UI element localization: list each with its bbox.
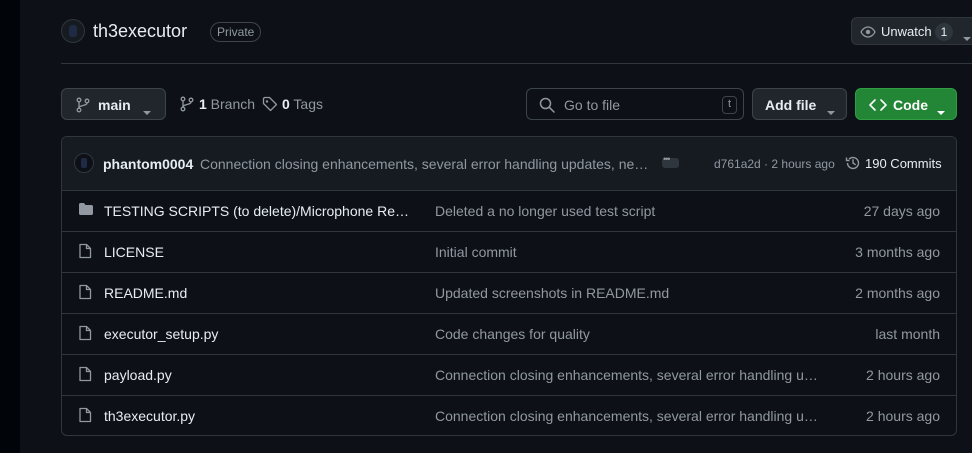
chevron-down-icon: [936, 103, 946, 119]
folder-icon: [78, 202, 94, 219]
tags-label: Tags: [289, 96, 324, 112]
history-icon: [845, 155, 861, 174]
chevron-down-icon: [826, 103, 836, 119]
code-icon: [869, 98, 887, 115]
left-strip: [0, 0, 20, 453]
branch-name: main: [98, 97, 131, 113]
file-name-link[interactable]: TESTING SCRIPTS (to delete)/Microphone R…: [104, 203, 409, 219]
repo-avatar[interactable]: [61, 19, 85, 43]
file-commit-date: 27 days ago: [863, 203, 940, 219]
commit-hash-time[interactable]: d761a2d · 2 hours ago: [714, 157, 835, 171]
file-icon: [78, 243, 92, 262]
commit-author-link[interactable]: phantom0004: [103, 156, 193, 172]
file-commit-message[interactable]: Deleted a no longer used test script: [435, 203, 820, 219]
file-table: phantom0004 Connection closing enhanceme…: [61, 136, 957, 436]
unwatch-label: Unwatch: [881, 24, 932, 39]
file-icon: [78, 284, 92, 303]
commit-message-link[interactable]: Connection closing enhancements, several…: [200, 156, 652, 172]
unwatch-button[interactable]: Unwatch 1: [851, 17, 972, 45]
file-row[interactable]: executor_setup.py Code changes for quali…: [62, 313, 956, 354]
add-file-button[interactable]: Add file: [752, 88, 847, 120]
file-icon: [78, 325, 92, 344]
code-label: Code: [893, 97, 928, 113]
file-commit-date: 2 hours ago: [866, 367, 940, 383]
tag-icon: [262, 96, 278, 115]
commits-link[interactable]: 190 Commits: [865, 156, 942, 171]
file-row[interactable]: th3executor.py Connection closing enhanc…: [62, 395, 956, 435]
file-name-link[interactable]: LICENSE: [104, 244, 409, 260]
watchers-count: 1: [935, 23, 953, 41]
header-divider: [61, 63, 972, 64]
file-commit-message[interactable]: Updated screenshots in README.md: [435, 285, 820, 301]
branch-icon: [75, 97, 91, 116]
file-name-link[interactable]: README.md: [104, 285, 409, 301]
file-commit-message[interactable]: Code changes for quality: [435, 326, 820, 342]
file-commit-message[interactable]: Initial commit: [435, 244, 820, 260]
add-file-label: Add file: [765, 97, 817, 113]
file-commit-date: 2 months ago: [855, 285, 940, 301]
file-row[interactable]: LICENSE Initial commit 3 months ago: [62, 231, 956, 272]
search-icon: [539, 97, 555, 116]
file-icon: [78, 407, 92, 426]
file-commit-date: 2 hours ago: [866, 408, 940, 424]
file-row[interactable]: TESTING SCRIPTS (to delete)/Microphone R…: [62, 190, 956, 231]
chevron-down-icon: [142, 103, 152, 119]
file-commit-message[interactable]: Connection closing enhancements, several…: [435, 367, 820, 383]
file-commit-date: last month: [875, 326, 940, 342]
go-to-file-input[interactable]: Go to file t: [526, 88, 744, 120]
eye-icon: [860, 24, 876, 43]
branches-count: 1: [199, 96, 207, 112]
repo-name-link[interactable]: th3executor: [93, 21, 187, 42]
file-row[interactable]: payload.py Connection closing enhancemen…: [62, 354, 956, 395]
file-name-link[interactable]: payload.py: [104, 367, 409, 383]
file-row[interactable]: README.md Updated screenshots in README.…: [62, 272, 956, 313]
file-name-link[interactable]: executor_setup.py: [104, 326, 409, 342]
tags-count: 0: [282, 96, 290, 112]
file-commit-message[interactable]: Connection closing enhancements, several…: [435, 408, 820, 424]
repo-header: th3executor Private: [61, 14, 972, 50]
file-name-link[interactable]: th3executor.py: [104, 408, 409, 424]
branches-label: Branch: [206, 96, 256, 112]
search-placeholder: Go to file: [564, 97, 621, 113]
expand-commit-button[interactable]: [662, 154, 679, 168]
shortcut-hint: t: [722, 96, 737, 114]
chevron-down-icon: [962, 29, 972, 45]
branch-icon: [179, 96, 195, 115]
file-icon: [78, 366, 92, 385]
latest-commit-bar: phantom0004 Connection closing enhanceme…: [62, 137, 956, 191]
file-commit-date: 3 months ago: [855, 244, 940, 260]
visibility-badge: Private: [210, 22, 262, 42]
code-button[interactable]: Code: [855, 88, 957, 120]
branch-select-button[interactable]: main: [61, 88, 166, 120]
author-avatar[interactable]: [74, 153, 94, 173]
